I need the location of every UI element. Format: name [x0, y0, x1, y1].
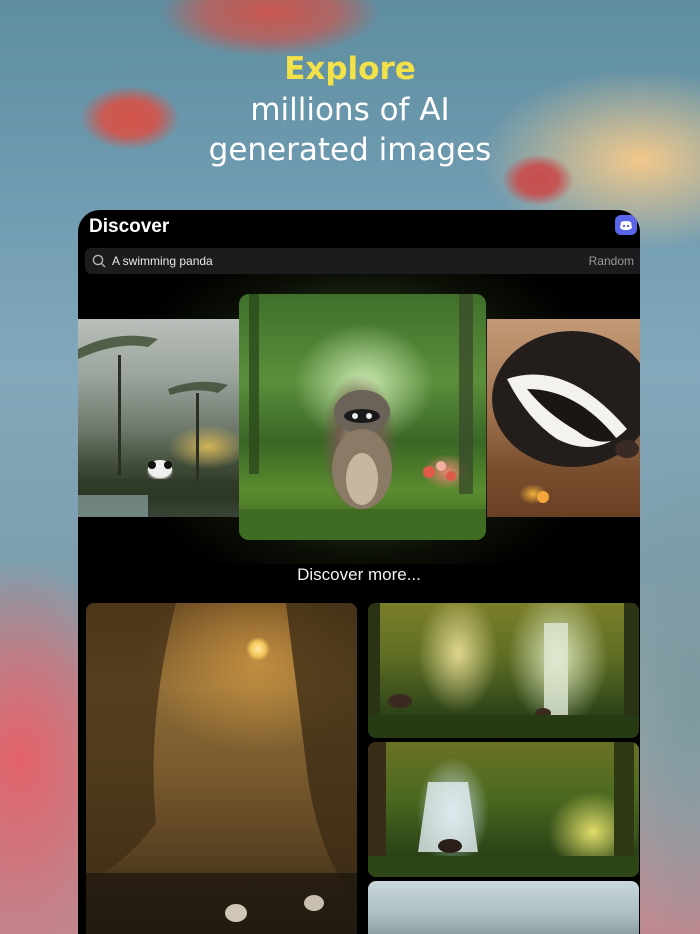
- hero-text: Explore millions of AI generated images: [0, 48, 700, 170]
- panda-landscape-art: [78, 335, 240, 517]
- search-icon: [92, 254, 106, 268]
- bear-waterfall-art: [368, 742, 639, 877]
- hero-subtitle-line-1: millions of AI: [250, 92, 450, 128]
- badger-portrait-image[interactable]: [487, 319, 640, 517]
- random-button[interactable]: Random: [589, 254, 634, 268]
- raccoon-forest-image[interactable]: [239, 294, 486, 540]
- badger-portrait-art: [492, 331, 640, 503]
- canyon-sunset-image[interactable]: [86, 603, 357, 934]
- top-bar: Discover: [78, 210, 640, 246]
- misty-landscape-image[interactable]: [368, 881, 639, 934]
- forest-waterfall-art: [368, 603, 639, 738]
- hero-title: Explore: [284, 51, 416, 87]
- search-input[interactable]: A swimming panda Random: [85, 248, 640, 274]
- discover-more-label[interactable]: Discover more...: [78, 564, 640, 594]
- discord-button[interactable]: [615, 215, 637, 235]
- page-title: Discover: [89, 216, 170, 237]
- hero-subtitle-line-2: generated images: [208, 132, 492, 168]
- bear-waterfall-image[interactable]: [368, 742, 639, 877]
- search-query-text: A swimming panda: [112, 254, 213, 268]
- featured-carousel: [78, 274, 640, 564]
- forest-waterfall-image[interactable]: [368, 603, 639, 738]
- raccoon-forest-art: [239, 294, 486, 540]
- app-screen: Discover A swimming panda Random Discove…: [78, 210, 640, 934]
- discord-icon: [620, 220, 632, 230]
- panda-landscape-image[interactable]: [78, 319, 240, 517]
- canyon-sunset-art: [86, 603, 357, 934]
